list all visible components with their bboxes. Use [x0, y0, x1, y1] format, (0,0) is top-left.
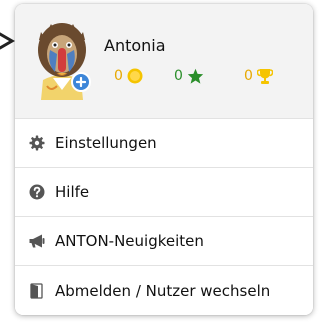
menu-item-label: Hilfe: [55, 183, 90, 201]
add-user-icon[interactable]: [71, 72, 91, 92]
door-exit-icon: [29, 282, 45, 299]
menu-item-help[interactable]: Hilfe: [15, 168, 313, 217]
profile-stats: 0 0 0: [104, 66, 304, 86]
trophy-count-value: 0: [244, 68, 253, 84]
user-dropdown-menu: Antonia 0 0 0 Einstellungen Hilfe ANTON-…: [15, 4, 313, 315]
star-count: 0: [174, 66, 204, 86]
coin-count-value: 0: [114, 68, 123, 84]
star-count-value: 0: [174, 68, 183, 84]
star-icon: [187, 68, 204, 84]
menu-item-label: Einstellungen: [55, 134, 157, 152]
gear-icon: [29, 135, 45, 151]
profile-header[interactable]: Antonia 0 0 0: [15, 4, 313, 119]
help-circle-icon: [29, 184, 45, 200]
coin-icon: [127, 68, 143, 84]
trophy-icon: [256, 68, 273, 84]
menu-item-news[interactable]: ANTON-Neuigkeiten: [15, 217, 313, 266]
menu-item-label: Abmelden / Nutzer wechseln: [55, 281, 271, 300]
trophy-count: 0: [244, 66, 273, 86]
coin-count: 0: [114, 66, 143, 86]
profile-name: Antonia: [104, 36, 166, 55]
menu-caret: [0, 32, 15, 50]
megaphone-icon: [29, 233, 45, 249]
menu-item-logout[interactable]: Abmelden / Nutzer wechseln: [15, 266, 313, 315]
menu-item-label: ANTON-Neuigkeiten: [55, 232, 204, 250]
menu-item-settings[interactable]: Einstellungen: [15, 119, 313, 168]
